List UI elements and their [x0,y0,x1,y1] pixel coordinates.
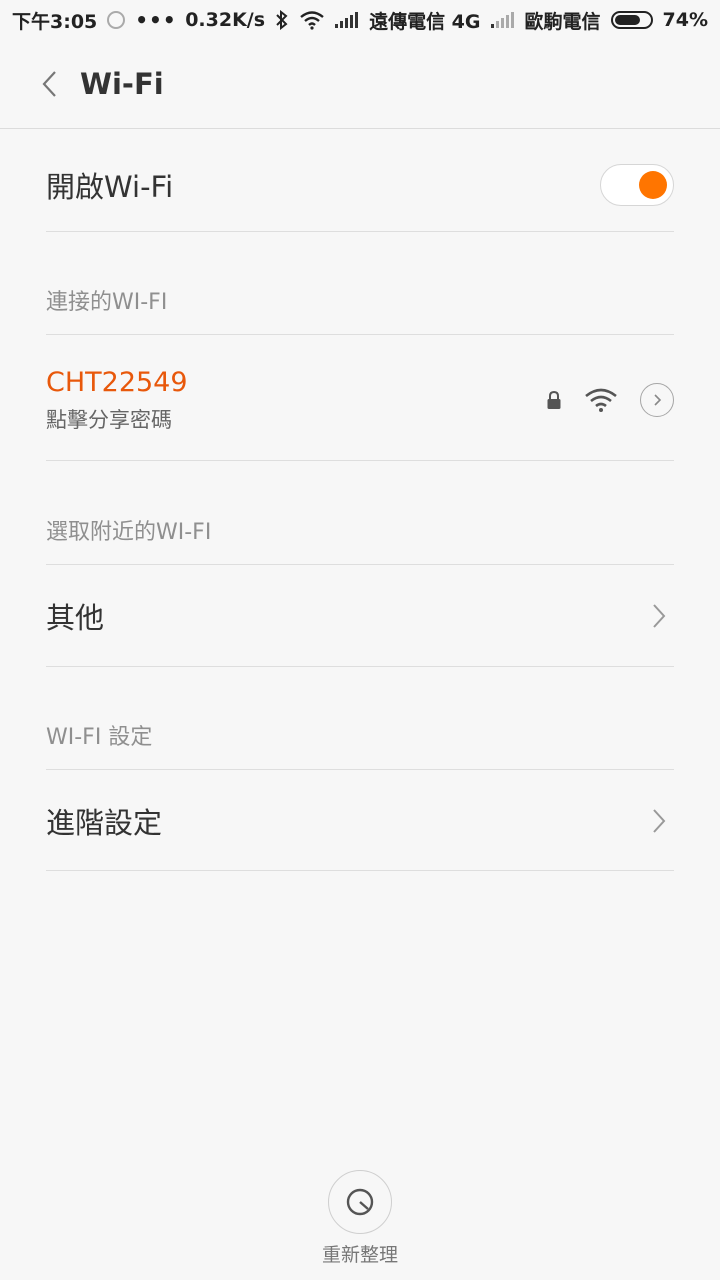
nearby-section-header: 選取附近的WI-FI [46,500,674,560]
chevron-right-icon [654,394,662,406]
chevron-left-icon [42,71,56,97]
status-time: 下午3:05 [12,10,98,33]
other-network-label: 其他 [46,601,105,635]
battery-percent: 74% [662,9,708,31]
refresh-label: 重新整理 [321,1244,398,1266]
share-password-hint: 點擊分享密碼 [46,407,172,432]
bluetooth-icon [276,10,288,30]
status-left: 下午3:05 ••• [12,7,177,34]
network-speed: 0.32K/s [185,9,266,31]
wifi-signal-icon [585,388,617,412]
wifi-toggle-label: 開啟Wi-Fi [46,170,174,204]
back-button[interactable] [30,64,70,104]
chevron-right-icon [644,806,674,836]
network-name: CHT22549 [46,366,188,398]
other-network-row[interactable]: 其他 [46,570,674,662]
network-icons [546,383,674,417]
settings-section-header: WI-FI 設定 [46,705,674,765]
connected-section-header: 連接的WI-FI [46,270,674,330]
divider [46,769,674,770]
more-notifications-icon: ••• [135,8,177,32]
nearby-section-label: 選取附近的WI-FI [46,520,212,545]
connected-network-row[interactable]: CHT22549 點擊分享密碼 [46,350,674,450]
page-title: Wi-Fi [80,67,164,101]
divider [46,334,674,335]
wifi-toggle-switch[interactable] [600,164,674,206]
toggle-knob [639,171,667,199]
advanced-settings-row[interactable]: 進階設定 [46,775,674,867]
chevron-right-icon [644,601,674,631]
line-app-icon [107,11,126,29]
network-details-button[interactable] [640,383,674,417]
carrier2-label: 歐駒電信 [524,10,601,33]
status-right: 0.32K/s 遠傳電信 4G 歐駒電信 74% [185,7,708,34]
app-header: Wi-Fi [0,40,720,129]
wifi-toggle-row[interactable]: 開啟Wi-Fi [46,140,674,230]
divider [46,666,674,667]
refresh-icon [346,1188,374,1216]
lock-icon [547,390,561,409]
divider [46,231,674,232]
divider [46,564,674,565]
divider [46,870,674,871]
signal1-icon [335,12,359,28]
signal2-icon [490,12,515,28]
advanced-settings-label: 進階設定 [46,806,163,840]
settings-section-label: WI-FI 設定 [46,725,153,750]
status-bar: 下午3:05 ••• 0.32K/s 遠傳電信 4G 歐駒電信 74% [0,0,720,40]
refresh-button[interactable] [328,1170,392,1234]
connected-section-label: 連接的WI-FI [46,290,168,315]
carrier1-label: 遠傳電信 4G [369,10,481,33]
battery-icon [610,11,653,29]
divider [46,460,674,461]
network-text: CHT22549 點擊分享密碼 [46,367,188,434]
wifi-status-icon [300,11,324,30]
